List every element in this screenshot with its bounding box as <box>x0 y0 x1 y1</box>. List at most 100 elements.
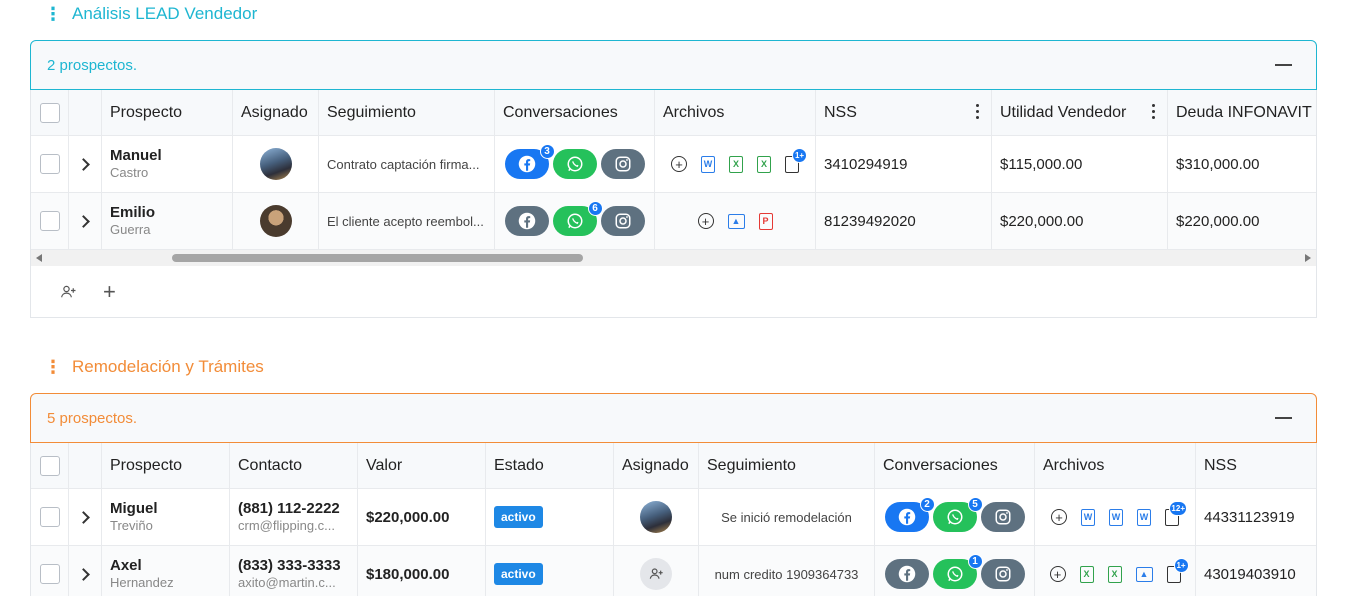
prospect-name-cell[interactable]: Miguel Treviño <box>102 489 230 545</box>
column-header-asignado[interactable]: Asignado <box>233 90 319 135</box>
add-file-icon[interactable]: + <box>1051 509 1067 525</box>
deuda-cell[interactable]: $220,000.00 <box>1168 193 1316 249</box>
add-file-icon[interactable]: + <box>671 156 687 172</box>
table-row[interactable]: Miguel Treviño (881) 112-2222 crm@flippi… <box>31 489 1316 546</box>
column-header-utilidad[interactable]: Utilidad Vendedor <box>992 90 1168 135</box>
image-file-icon[interactable]: ▲ <box>1135 566 1153 582</box>
prospect-name-cell[interactable]: Manuel Castro <box>102 136 233 192</box>
row-checkbox[interactable] <box>31 136 69 192</box>
unassigned-avatar[interactable] <box>640 558 672 590</box>
column-header-valor[interactable]: Valor <box>358 443 486 488</box>
chevron-right-icon[interactable] <box>69 136 102 192</box>
column-header-deuda[interactable]: Deuda INFONAVIT <box>1168 90 1316 135</box>
facebook-button[interactable]: 2 <box>884 497 935 532</box>
utilidad-cell[interactable]: $220,000.00 <box>992 193 1168 249</box>
assigned-cell[interactable] <box>614 546 699 596</box>
table-row[interactable]: Axel Hernandez (833) 333-3333 axito@mart… <box>31 546 1316 596</box>
minus-icon[interactable] <box>1275 64 1292 66</box>
select-all-checkbox[interactable] <box>31 90 69 135</box>
horizontal-scrollbar[interactable] <box>30 250 1317 266</box>
seguimiento-cell[interactable]: Se inició remodelación <box>699 489 875 545</box>
chevron-right-icon[interactable] <box>69 193 102 249</box>
whatsapp-button[interactable]: 6 <box>552 201 603 236</box>
estado-cell[interactable]: activo <box>486 546 614 596</box>
seguimiento-cell[interactable]: El cliente acepto reembol... <box>319 193 495 249</box>
facebook-button[interactable] <box>884 559 929 589</box>
assigned-cell[interactable] <box>233 193 319 249</box>
nss-cell[interactable]: 3410294919 <box>816 136 992 192</box>
select-all-checkbox[interactable] <box>31 443 69 488</box>
column-header-seguimiento[interactable]: Seguimiento <box>699 443 875 488</box>
prospect-name-cell[interactable]: Axel Hernandez <box>102 546 230 596</box>
column-header-contacto[interactable]: Contacto <box>230 443 358 488</box>
scroll-right-arrow-icon[interactable] <box>1305 254 1311 262</box>
seguimiento-cell[interactable]: Contrato captación firma... <box>319 136 495 192</box>
chevron-right-icon[interactable] <box>69 489 102 545</box>
column-header-seguimiento[interactable]: Seguimiento <box>319 90 495 135</box>
whatsapp-button[interactable]: 5 <box>932 497 983 532</box>
column-header-prospecto[interactable]: Prospecto <box>102 90 233 135</box>
nss-cell[interactable]: 81239492020 <box>816 193 992 249</box>
plus-icon[interactable]: + <box>103 279 116 305</box>
column-header-nss[interactable]: NSS <box>816 90 992 135</box>
facebook-button[interactable] <box>504 206 549 236</box>
minus-icon[interactable] <box>1275 417 1292 419</box>
seguimiento-cell[interactable]: num credito 1909364733 <box>699 546 875 596</box>
user-plus-icon[interactable] <box>59 283 77 301</box>
column-menu-icon[interactable] <box>1152 104 1155 119</box>
instagram-button[interactable] <box>980 502 1025 532</box>
table-row[interactable]: Manuel Castro Contrato captación firma..… <box>31 136 1316 193</box>
deuda-cell[interactable]: $310,000.00 <box>1168 136 1316 192</box>
whatsapp-button[interactable] <box>552 149 597 179</box>
column-header-archivos[interactable]: Archivos <box>1035 443 1196 488</box>
nss-cell[interactable]: 44331123919 <box>1196 489 1316 545</box>
instagram-button[interactable] <box>980 559 1025 589</box>
row-checkbox[interactable] <box>31 546 69 596</box>
vertical-dots-icon[interactable]: ⋮ <box>44 5 62 23</box>
instagram-button[interactable] <box>600 149 645 179</box>
utilidad-cell[interactable]: $115,000.00 <box>992 136 1168 192</box>
prospect-name-cell[interactable]: Emilio Guerra <box>102 193 233 249</box>
excel-file-icon[interactable]: X <box>1079 565 1094 583</box>
status-badge[interactable]: activo <box>494 563 543 585</box>
word-file-icon[interactable]: W <box>1081 508 1095 526</box>
word-file-icon[interactable]: W <box>1137 508 1151 526</box>
excel-file-icon[interactable]: X <box>1107 565 1122 583</box>
assigned-cell[interactable] <box>614 489 699 545</box>
contact-cell[interactable]: (833) 333-3333 axito@martin.c... <box>230 546 358 596</box>
avatar[interactable] <box>259 148 292 180</box>
chevron-right-icon[interactable] <box>69 546 102 596</box>
nss-cell[interactable]: 43019403910 <box>1196 546 1316 596</box>
column-header-conversaciones[interactable]: Conversaciones <box>875 443 1035 488</box>
assigned-cell[interactable] <box>233 136 319 192</box>
more-files-icon[interactable]: 1+ <box>785 147 807 173</box>
vertical-dots-icon[interactable]: ⋮ <box>44 358 62 376</box>
scrollbar-thumb[interactable] <box>172 254 583 262</box>
column-header-estado[interactable]: Estado <box>486 443 614 488</box>
word-file-icon[interactable]: W <box>1109 508 1123 526</box>
estado-cell[interactable]: activo <box>486 489 614 545</box>
instagram-button[interactable] <box>600 206 645 236</box>
more-files-icon[interactable]: 12+ <box>1165 500 1187 526</box>
column-header-conversaciones[interactable]: Conversaciones <box>495 90 655 135</box>
row-checkbox[interactable] <box>31 193 69 249</box>
column-header-nss[interactable]: NSS <box>1196 443 1316 488</box>
avatar[interactable] <box>640 501 672 533</box>
word-file-icon[interactable]: W <box>701 155 715 173</box>
excel-file-icon[interactable]: X <box>757 155 771 173</box>
status-badge[interactable]: activo <box>494 506 543 528</box>
column-header-asignado[interactable]: Asignado <box>614 443 699 488</box>
table-row[interactable]: Emilio Guerra El cliente acepto reembol.… <box>31 193 1316 250</box>
avatar[interactable] <box>259 205 292 237</box>
more-files-icon[interactable]: 1+ <box>1166 557 1189 583</box>
column-menu-icon[interactable] <box>976 104 979 119</box>
row-checkbox[interactable] <box>31 489 69 545</box>
contact-cell[interactable]: (881) 112-2222 crm@flipping.c... <box>230 489 358 545</box>
add-file-icon[interactable]: + <box>1049 566 1066 582</box>
add-file-icon[interactable]: + <box>697 213 714 229</box>
panel-header[interactable]: 2 prospectos. <box>30 40 1317 90</box>
image-file-icon[interactable]: ▲ <box>727 213 745 229</box>
valor-cell[interactable]: $220,000.00 <box>358 489 486 545</box>
whatsapp-button[interactable]: 1 <box>932 554 983 589</box>
scroll-left-arrow-icon[interactable] <box>36 254 42 262</box>
